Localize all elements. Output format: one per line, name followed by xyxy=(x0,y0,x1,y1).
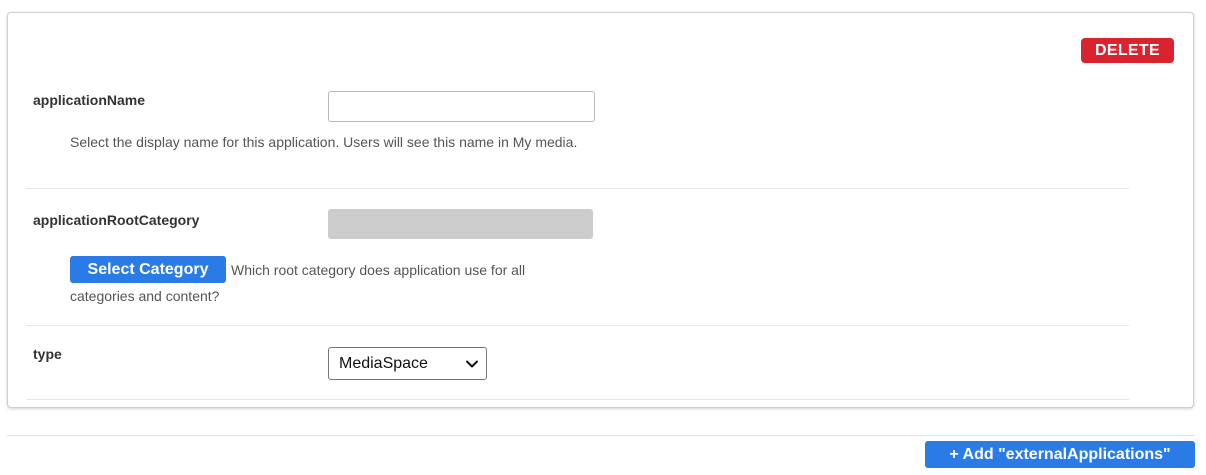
root-category-help: Which root category does application use… xyxy=(231,262,526,278)
root-category-display xyxy=(328,209,593,239)
divider xyxy=(26,188,1129,189)
application-name-label: applicationName xyxy=(33,92,146,108)
select-category-button[interactable]: Select Category xyxy=(70,256,226,283)
chevron-down-icon xyxy=(465,348,479,379)
add-external-application-button[interactable]: + Add "externalApplications" xyxy=(925,441,1195,468)
root-category-help-continued: categories and content? xyxy=(70,288,220,304)
divider xyxy=(26,399,1129,400)
application-name-help: Select the display name for this applica… xyxy=(70,134,578,150)
type-select[interactable]: MediaSpace xyxy=(328,347,487,380)
type-label: type xyxy=(33,346,62,362)
section-divider xyxy=(7,435,1194,436)
delete-button[interactable]: DELETE xyxy=(1081,38,1174,63)
external-application-card xyxy=(7,12,1194,408)
application-name-input[interactable] xyxy=(328,91,595,122)
divider xyxy=(26,325,1129,326)
page: DELETE applicationName Select the displa… xyxy=(0,0,1206,475)
type-select-value: MediaSpace xyxy=(339,355,428,372)
application-root-category-label: applicationRootCategory xyxy=(33,212,200,228)
